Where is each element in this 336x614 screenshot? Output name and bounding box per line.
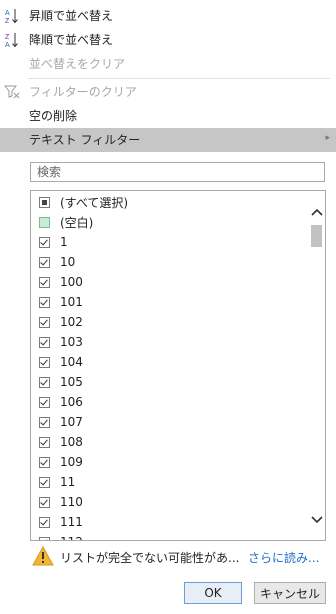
list-item-label: 107 [60, 415, 83, 429]
list-item[interactable]: 102 [39, 312, 299, 332]
svg-text:Z: Z [5, 34, 10, 41]
list-item-label: 101 [60, 295, 83, 309]
list-item-label: 108 [60, 435, 83, 449]
chevron-down-icon [310, 515, 323, 523]
list-item[interactable]: 108 [39, 432, 299, 452]
svg-text:A: A [5, 42, 10, 49]
list-item-label: 104 [60, 355, 83, 369]
list-item-label: 112 [60, 535, 83, 540]
list-item[interactable]: 107 [39, 412, 299, 432]
checkbox[interactable] [39, 216, 50, 228]
clear-filter-icon [3, 83, 21, 101]
list-item[interactable]: 10 [39, 252, 299, 272]
checkbox[interactable] [39, 396, 50, 408]
checkbox[interactable] [39, 456, 50, 468]
ok-button[interactable]: OK [184, 582, 242, 604]
search-input[interactable] [31, 163, 324, 181]
checkbox[interactable] [39, 196, 50, 208]
scroll-up-button[interactable] [308, 203, 325, 220]
list-item[interactable]: 105 [39, 372, 299, 392]
list-item[interactable]: 101 [39, 292, 299, 312]
list-item[interactable]: (空白) [39, 212, 299, 232]
list-item-label: 100 [60, 275, 83, 289]
list-item[interactable]: 100 [39, 272, 299, 292]
list-item-label: 105 [60, 375, 83, 389]
list-item-label: 1 [60, 235, 68, 249]
checkbox[interactable] [39, 516, 50, 528]
checkbox[interactable] [39, 376, 50, 388]
submenu-arrow-icon: ▸ [325, 133, 330, 143]
list-item[interactable]: 111 [39, 512, 299, 532]
remove-empty-label: 空の削除 [29, 109, 78, 123]
checkbox[interactable] [39, 476, 50, 488]
list-item-label: (空白) [60, 215, 94, 230]
checkbox[interactable] [39, 256, 50, 268]
filter-value-list: (すべて選択) (空白) 1 10 100 101 102 103 104 105 106 107 10… [30, 190, 326, 541]
clear-filter-item[interactable]: フィルターのクリア [0, 80, 336, 104]
list-item[interactable]: 104 [39, 352, 299, 372]
list-item-label: 111 [60, 515, 83, 529]
list-item[interactable]: 110 [39, 492, 299, 512]
vertical-scrollbar[interactable] [308, 191, 325, 540]
cancel-button[interactable]: キャンセル [254, 582, 326, 604]
warning-text: リストが完全でない可能性があ... [60, 551, 240, 565]
list-item-label: 109 [60, 455, 83, 469]
text-filter-label: テキスト フィルター [29, 133, 141, 147]
checkbox[interactable] [39, 436, 50, 448]
clear-sort-item[interactable]: 並べ替えをクリア [0, 52, 336, 76]
text-filter-item[interactable]: テキスト フィルター ▸ [0, 128, 336, 152]
read-more-link[interactable]: さらに読み... [248, 549, 319, 566]
remove-empty-item[interactable]: 空の削除 [0, 104, 336, 128]
list-item-label: (すべて選択) [60, 195, 129, 210]
menu-divider [28, 78, 330, 79]
checkbox[interactable] [39, 336, 50, 348]
list-item[interactable]: 1 [39, 232, 299, 252]
list-item-label: 110 [60, 495, 83, 509]
checkbox[interactable] [39, 296, 50, 308]
checkbox[interactable] [39, 236, 50, 248]
list-item[interactable]: 106 [39, 392, 299, 412]
list-item[interactable]: 11 [39, 472, 299, 492]
clear-sort-label: 並べ替えをクリア [29, 57, 126, 71]
sort-descending-label: 降順で並べ替え [29, 33, 114, 47]
sort-ascending-icon: A Z [3, 7, 21, 25]
list-item[interactable]: 103 [39, 332, 299, 352]
checkbox[interactable] [39, 316, 50, 328]
sort-descending-icon: Z A [3, 31, 21, 49]
checkbox[interactable] [39, 356, 50, 368]
checkbox[interactable] [39, 276, 50, 288]
clear-filter-label: フィルターのクリア [29, 85, 137, 99]
chevron-up-icon [310, 208, 323, 216]
list-item[interactable]: 109 [39, 452, 299, 472]
scroll-down-button[interactable] [308, 511, 325, 528]
checkbox[interactable] [39, 416, 50, 428]
list-item-label: 106 [60, 395, 83, 409]
sort-ascending-item[interactable]: A Z 昇順で並べ替え [0, 4, 336, 28]
list-item-label: 10 [60, 255, 76, 269]
svg-text:A: A [5, 10, 10, 17]
sort-descending-item[interactable]: Z A 降順で並べ替え [0, 28, 336, 52]
list-item[interactable]: (すべて選択) [39, 192, 299, 212]
list-item-label: 102 [60, 315, 83, 329]
sort-ascending-label: 昇順で並べ替え [29, 9, 114, 23]
list-item-label: 103 [60, 335, 83, 349]
list-item-label: 11 [60, 475, 76, 489]
search-box [30, 162, 325, 182]
scroll-thumb[interactable] [311, 225, 322, 247]
svg-text:Z: Z [5, 18, 10, 25]
list-item[interactable]: 112 [39, 532, 299, 540]
incomplete-list-warning: リストが完全でない可能性があ... さらに読み... [32, 545, 332, 568]
checkbox[interactable] [39, 496, 50, 508]
warning-icon [32, 545, 54, 566]
checkbox[interactable] [39, 536, 50, 540]
